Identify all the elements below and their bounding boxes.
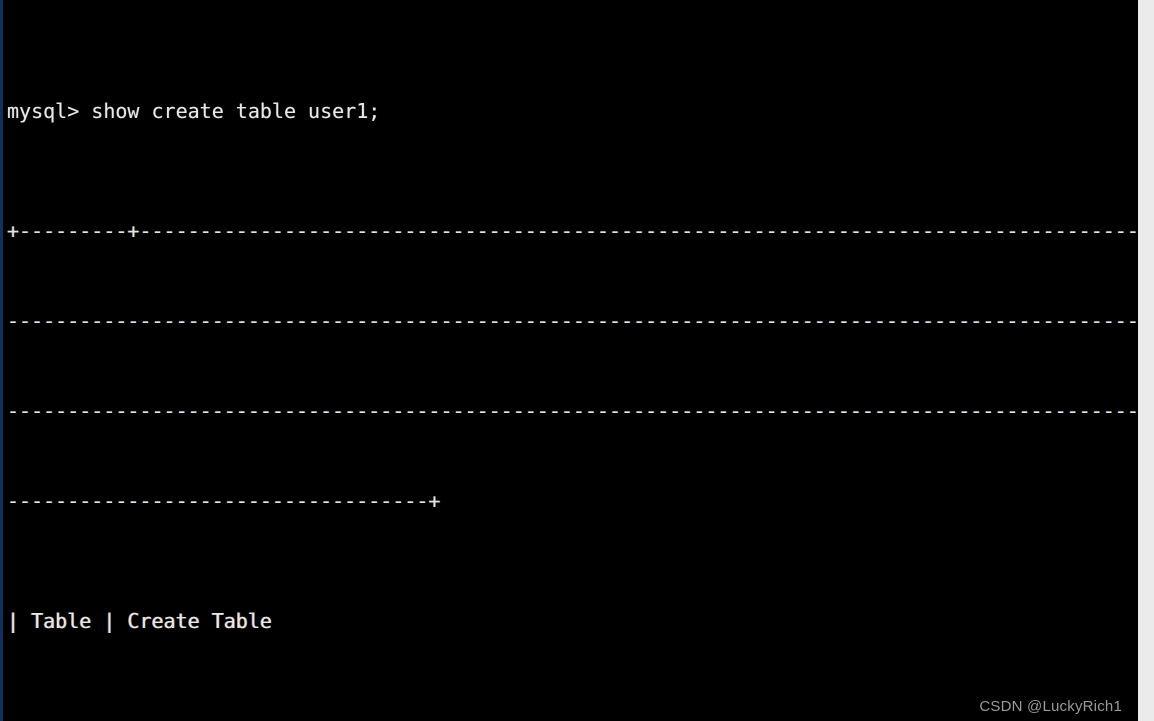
terminal-left-edge-fringe — [0, 0, 3, 721]
column-header-pad-1 — [7, 696, 1138, 721]
separator-top-row-1: +---------+-----------------------------… — [7, 219, 1138, 243]
terminal-screen: mysql> show create table user1; +-------… — [7, 6, 1138, 721]
separator-top-row-2: ----------------------------------------… — [7, 309, 1138, 333]
csdn-watermark: CSDN @LuckyRich1 — [979, 698, 1122, 715]
terminal-window: mysql> show create table user1; +-------… — [0, 0, 1138, 721]
prompt-line: mysql> show create table user1; — [7, 99, 381, 123]
separator-top-row-4: -----------------------------------+ — [7, 489, 441, 513]
separator-top-row-3: ----------------------------------------… — [7, 399, 1138, 423]
column-header-row: | Table | Create Table — [7, 609, 272, 633]
